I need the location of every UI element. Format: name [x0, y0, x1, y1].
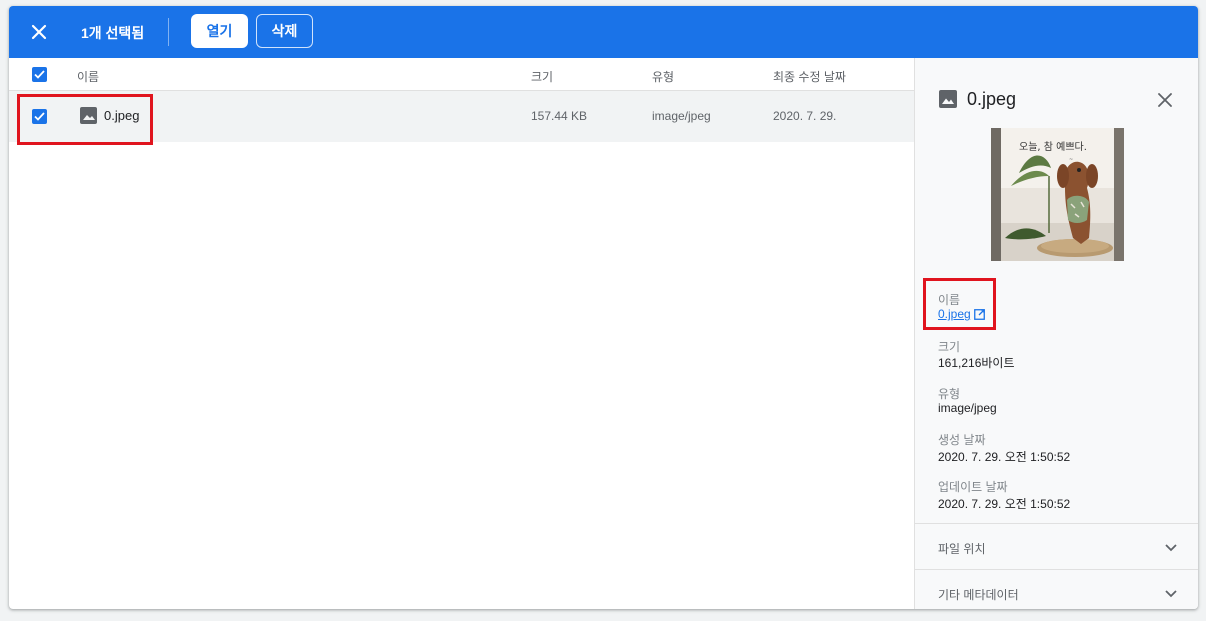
highlight-box	[923, 278, 996, 330]
updated-value: 2020. 7. 29. 오전 1:50:52	[938, 497, 1071, 511]
file-type: image/jpeg	[652, 109, 711, 123]
details-panel: 0.jpeg 오늘, 참 예쁘다. ~ 이름 0.jpeg 크기 161,216…	[914, 58, 1198, 609]
close-icon[interactable]	[1153, 88, 1177, 112]
file-modified: 2020. 7. 29.	[773, 109, 837, 123]
section-label: 기타 메타데이터	[938, 588, 1019, 602]
section-label: 파일 위치	[938, 542, 986, 556]
details-title: 0.jpeg	[967, 89, 1017, 109]
type-label: 유형	[938, 387, 961, 401]
column-header-modified[interactable]: 최종 수정 날짜	[773, 68, 846, 85]
section-other-metadata[interactable]: 기타 메타데이터	[915, 569, 1198, 609]
open-button[interactable]: 열기	[191, 14, 248, 48]
image-thumbnail: 오늘, 참 예쁘다. ~	[991, 128, 1124, 261]
type-value: image/jpeg	[938, 401, 997, 415]
file-browser-card: 1개 선택됨 열기 삭제 이름 크기 유형 최종 수정 날짜 0.jpeg 15…	[9, 6, 1198, 609]
select-all-checkbox[interactable]	[32, 67, 47, 82]
selection-count: 1개 선택됨	[81, 25, 145, 41]
highlight-box	[17, 94, 153, 145]
column-header-name[interactable]: 이름	[77, 68, 99, 85]
file-list: 이름 크기 유형 최종 수정 날짜 0.jpeg 157.44 KB image…	[9, 58, 914, 609]
column-header-size[interactable]: 크기	[531, 68, 553, 85]
created-label: 생성 날짜	[938, 433, 986, 447]
toolbar-divider	[168, 18, 169, 46]
updated-label: 업데이트 날짜	[938, 480, 1008, 494]
selection-toolbar: 1개 선택됨 열기 삭제	[9, 6, 1198, 58]
delete-button[interactable]: 삭제	[256, 14, 313, 48]
column-header-type[interactable]: 유형	[652, 68, 674, 85]
image-icon	[939, 90, 957, 113]
svg-text:~: ~	[1069, 157, 1073, 163]
file-size: 157.44 KB	[531, 109, 588, 123]
section-file-location[interactable]: 파일 위치	[915, 523, 1198, 569]
list-header: 이름 크기 유형 최종 수정 날짜	[9, 58, 914, 91]
close-icon[interactable]	[25, 18, 53, 46]
thumbnail-caption: 오늘, 참 예쁘다.	[1019, 141, 1087, 153]
chevron-down-icon[interactable]	[1165, 587, 1177, 601]
chevron-down-icon[interactable]	[1165, 541, 1177, 555]
created-value: 2020. 7. 29. 오전 1:50:52	[938, 450, 1071, 464]
size-label: 크기	[938, 340, 961, 354]
size-value: 161,216바이트	[938, 356, 1015, 370]
